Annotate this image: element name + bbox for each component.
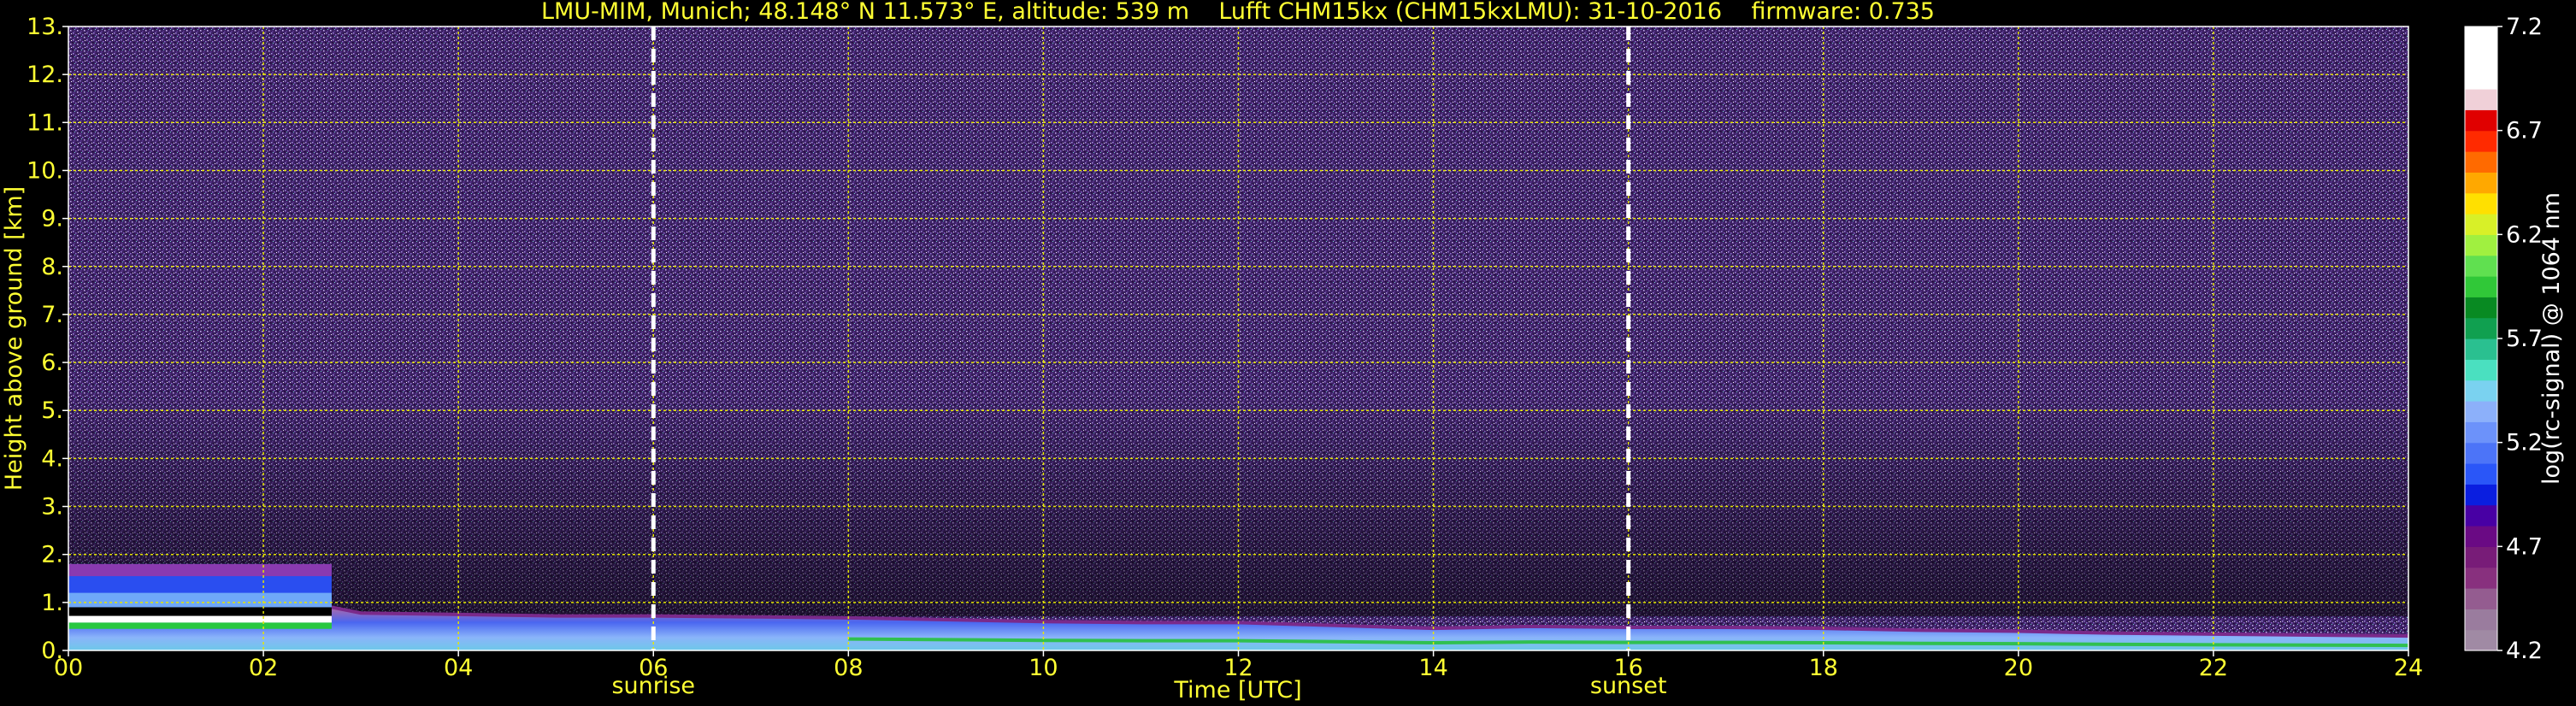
y-tick-label: 0. (41, 638, 63, 664)
y-tick-label: 6. (41, 350, 63, 376)
colorbar-segment (2465, 109, 2497, 132)
colorbar-segment (2465, 526, 2497, 547)
colorbar-segment (2465, 338, 2497, 360)
y-tick-label: 3. (41, 494, 63, 521)
colorbar-segment (2465, 609, 2497, 631)
colorbar-segment (2465, 276, 2497, 297)
colorbar-segment (2465, 463, 2497, 485)
y-axis-label: Height above ground [km] (1, 186, 27, 491)
colorbar-segment (2465, 47, 2497, 69)
x-tick-label: 20 (2004, 655, 2033, 681)
colorbar-segment (2465, 379, 2497, 402)
y-tick-label: 13. (27, 14, 63, 40)
x-tick-label: 04 (444, 655, 473, 681)
colorbar-segment (2465, 214, 2497, 235)
x-tick-label: 06 (639, 655, 668, 681)
colorbar-segment (2465, 359, 2497, 381)
y-tick-label: 5. (41, 397, 63, 424)
colorbar-tick-label: 5.7 (2506, 326, 2543, 352)
x-tick-label: 14 (1418, 655, 1447, 681)
elevated-layer-top (68, 563, 332, 577)
colorbar-tick-label: 6.7 (2506, 118, 2543, 144)
y-tick-label: 12. (27, 62, 63, 88)
elevated-layer-base (68, 592, 332, 609)
strong-return-band (68, 615, 332, 623)
near-ground-band (68, 622, 332, 629)
colorbar-segment (2465, 151, 2497, 173)
colorbar-segment (2465, 68, 2497, 90)
colorbar-segment (2465, 130, 2497, 152)
colorbar-segment (2465, 629, 2497, 651)
ceilometer-chart: sunrise sunset 00 02 04 06 08 10 12 14 16 18 20 22 24… (1, 0, 2565, 703)
y-tick-label: 11. (27, 109, 63, 136)
y-tick-label: 8. (41, 254, 63, 280)
y-tick-label: 1. (41, 590, 63, 616)
colorbar-segment (2465, 567, 2497, 589)
x-axis-label: Time [UTC] (1173, 677, 1301, 703)
layer-gap (68, 607, 332, 617)
colorbar: 4.2 4.7 5.2 5.7 6.2 6.7 7.2 (2464, 14, 2543, 664)
colorbar-segment (2465, 401, 2497, 422)
colorbar-segment (2465, 546, 2497, 568)
colorbar-tick-label: 4.7 (2506, 533, 2543, 560)
y-tick-label: 7. (41, 302, 63, 328)
x-tick-label: 18 (1809, 655, 1838, 681)
colorbar-tick-label: 7.2 (2506, 14, 2543, 40)
y-axis: 0. 1. 2. 3. 4. 5. 6. 7. 8. 9. 10. 11. 12. 13. (27, 14, 68, 664)
chart-title: LMU-MIM, Munich; 48.148° N 11.573° E, al… (541, 0, 1935, 25)
colorbar-segment (2465, 484, 2497, 506)
colorbar-tick-label: 6.2 (2506, 221, 2543, 248)
colorbar-segment (2465, 26, 2497, 48)
colorbar-segment (2465, 89, 2497, 110)
y-tick-label: 4. (41, 445, 63, 472)
y-tick-label: 10. (27, 157, 63, 184)
x-tick-label: 24 (2394, 655, 2423, 681)
y-tick-label: 2. (41, 542, 63, 568)
x-tick-label: 02 (249, 655, 278, 681)
colorbar-segment (2465, 421, 2497, 444)
x-tick-label: 10 (1029, 655, 1058, 681)
x-tick-label: 08 (834, 655, 863, 681)
colorbar-segment (2465, 317, 2497, 339)
x-tick-label: 16 (1613, 655, 1642, 681)
colorbar-tick-label: 4.2 (2506, 638, 2543, 664)
colorbar-segment (2465, 442, 2497, 464)
colorbar-segment (2465, 192, 2497, 215)
colorbar-label: log(rc-signal) @ 1064 nm (2538, 192, 2565, 485)
colorbar-segment (2465, 588, 2497, 609)
colorbar-segment (2465, 172, 2497, 194)
colorbar-segment (2465, 504, 2497, 527)
y-tick-label: 9. (41, 206, 63, 232)
colorbar-segment (2465, 297, 2497, 319)
x-tick-label: 22 (2199, 655, 2228, 681)
colorbar-tick-label: 5.2 (2506, 430, 2543, 456)
colorbar-segment (2465, 255, 2497, 277)
colorbar-segment (2465, 234, 2497, 256)
